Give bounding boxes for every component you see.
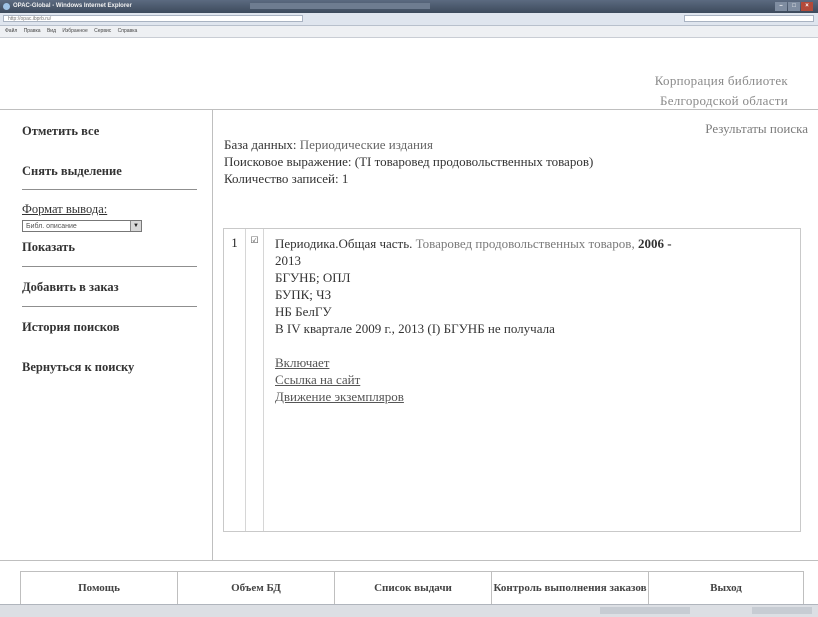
record-body: Периодика.Общая часть. Товаровед продово… — [275, 235, 795, 405]
sidebar-divider — [22, 306, 197, 307]
browser-search-input[interactable] — [684, 15, 814, 22]
db-volume-button[interactable]: Объем БД — [178, 572, 335, 605]
address-bar: http://opac.ibprb.ru/ — [0, 13, 818, 26]
order-control-button[interactable]: Контроль выполнения заказов — [492, 572, 649, 605]
result-record: 1 ☑ Периодика.Общая часть. Товаровед про… — [223, 228, 801, 532]
record-number: 1 — [224, 229, 246, 531]
format-label: Формат вывода: — [22, 202, 108, 216]
menu-favorites[interactable]: Избранное — [62, 28, 87, 34]
holding-item: БГУНБ; ОПЛ — [275, 270, 351, 285]
record-note: В IV квартале 2009 г., 2013 (I) БГУНБ не… — [275, 321, 555, 336]
database-line: База данных: Периодические издания — [224, 137, 433, 153]
main-content: Результаты поиска База данных: Периодиче… — [213, 110, 818, 560]
format-select[interactable]: Библ. описание ▼ — [22, 220, 142, 232]
holding-item: БУПК; ЧЗ — [275, 287, 332, 302]
close-icon[interactable]: × — [801, 2, 813, 11]
query-value: (TI товаровед продовольственных товаров) — [354, 154, 594, 169]
record-years: 2006 - — [637, 236, 672, 251]
sidebar-divider — [22, 266, 197, 267]
org-line-1: Корпорация библиотек — [654, 73, 788, 88]
help-button[interactable]: Помощь — [21, 572, 178, 605]
holding-item: НБ БелГУ — [275, 304, 332, 319]
maximize-icon[interactable]: □ — [788, 2, 800, 11]
add-to-order-link[interactable]: Добавить в заказ — [22, 280, 119, 295]
page-header: Корпорация библиотек Белгородской област… — [0, 38, 818, 110]
menu-file[interactable]: Файл — [5, 28, 17, 34]
count-value: 1 — [341, 171, 349, 186]
zoom-control[interactable] — [752, 607, 812, 614]
menu-view[interactable]: Вид — [47, 28, 56, 34]
database-value: Периодические издания — [299, 137, 433, 152]
minimize-icon[interactable]: – — [775, 2, 787, 11]
results-heading: Результаты поиска — [705, 121, 808, 136]
titlebar-spacer — [250, 3, 430, 9]
footer-nav: Помощь Объем БД Список выдачи Контроль в… — [20, 571, 804, 605]
query-line: Поисковое выражение: (TI товаровед продо… — [224, 154, 593, 170]
menu-tools[interactable]: Сервис — [94, 28, 111, 34]
back-to-search-link[interactable]: Вернуться к поиску — [22, 360, 134, 375]
record-checkbox[interactable]: ☑ — [246, 229, 264, 531]
menu-edit[interactable]: Правка — [24, 28, 41, 34]
sidebar: Отметить все Снять выделение Формат выво… — [0, 110, 213, 560]
search-history-link[interactable]: История поисков — [22, 320, 119, 335]
organization-name: Корпорация библиотек Белгородской област… — [548, 71, 788, 111]
page-footer: Помощь Объем БД Список выдачи Контроль в… — [0, 560, 818, 605]
record-years-end: 2013 — [275, 253, 301, 268]
org-line-2: Белгородской области — [659, 93, 788, 108]
window-title: OPAC-Global - Windows Internet Explorer — [13, 3, 132, 9]
count-label: Количество записей: — [224, 171, 339, 186]
status-zone — [600, 607, 690, 614]
query-label: Поисковое выражение: — [224, 154, 352, 169]
count-line: Количество записей: 1 — [224, 171, 348, 187]
url-input[interactable]: http://opac.ibprb.ru/ — [3, 15, 303, 22]
format-selected-value: Библ. описание — [26, 223, 77, 230]
menu-help[interactable]: Справка — [118, 28, 138, 34]
issue-list-button[interactable]: Список выдачи — [335, 572, 492, 605]
website-link[interactable]: Ссылка на сайт — [275, 371, 795, 388]
window-titlebar: OPAC-Global - Windows Internet Explorer … — [0, 0, 818, 13]
deselect-link[interactable]: Снять выделение — [22, 164, 122, 179]
exit-button[interactable]: Выход — [649, 572, 804, 605]
record-title-line: Периодика.Общая часть. Товаровед продово… — [275, 235, 795, 252]
record-title: Товаровед продовольственных товаров, — [415, 236, 635, 251]
browser-icon — [3, 3, 10, 10]
browser-statusbar — [0, 604, 818, 617]
record-source: Периодика.Общая часть. — [275, 236, 413, 251]
select-all-link[interactable]: Отметить все — [22, 124, 99, 139]
sidebar-divider — [22, 189, 197, 190]
window-controls: – □ × — [774, 2, 814, 11]
database-label: База данных: — [224, 137, 297, 152]
browser-menubar: Файл Правка Вид Избранное Сервис Справка — [0, 26, 818, 38]
record-spacer — [275, 337, 795, 354]
copies-movement-link[interactable]: Движение экземпляров — [275, 388, 795, 405]
show-button[interactable]: Показать — [22, 240, 75, 255]
chevron-down-icon[interactable]: ▼ — [130, 221, 141, 231]
includes-link[interactable]: Включает — [275, 354, 795, 371]
